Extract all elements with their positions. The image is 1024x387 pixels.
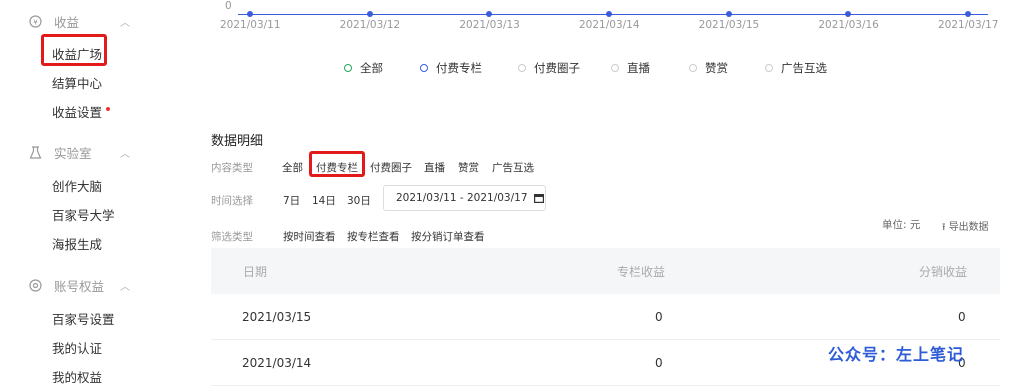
filter-by-time[interactable]: 按时间查看 <box>283 229 336 244</box>
sidebar-item-label: 收益设置 <box>52 105 103 120</box>
chevron-up-icon[interactable]: ︿ <box>120 14 130 29</box>
notification-dot <box>106 107 111 111</box>
sidebar-item-my-certification[interactable]: 我的认证 <box>52 338 102 357</box>
legend-item-all[interactable]: 全部 <box>344 60 383 76</box>
legend-label: 付费专栏 <box>436 61 482 75</box>
cell-column-earnings: 0 <box>655 310 663 324</box>
x-tick-label: 2021/03/15 <box>698 19 760 31</box>
chevron-up-icon[interactable]: ︿ <box>120 278 130 293</box>
cell-distribution-earnings: 0 <box>958 310 966 324</box>
sidebar-group-account-rights[interactable]: 账号权益 ︿ <box>28 276 130 295</box>
date-range-value: 2021/03/11 - 2021/03/17 <box>396 192 528 204</box>
legend-label: 广告互选 <box>781 61 827 75</box>
legend-label: 全部 <box>360 61 383 75</box>
content-type-ad-exchange[interactable]: 广告互选 <box>492 160 534 175</box>
legend-marker <box>765 64 773 72</box>
sidebar-group-label: 账号权益 <box>54 279 105 294</box>
x-tick-label: 2021/03/16 <box>818 19 879 31</box>
legend-label: 付费圈子 <box>534 61 580 75</box>
sidebar-item-baijiahao-settings[interactable]: 百家号设置 <box>52 309 115 328</box>
yen-circle-icon: ¥ <box>28 15 42 29</box>
cell-date: 2021/03/14 <box>242 356 312 370</box>
data-point <box>486 11 493 17</box>
legend-label: 赞赏 <box>705 61 728 75</box>
legend-marker <box>344 64 352 72</box>
flask-icon <box>28 146 42 160</box>
content-type-all[interactable]: 全部 <box>282 160 303 175</box>
legend-item-paid-column[interactable]: 付费专栏 <box>420 60 482 76</box>
sidebar-group-label: 实验室 <box>54 146 92 161</box>
sidebar-item-creative-brain[interactable]: 创作大脑 <box>52 176 102 195</box>
filter-type-label: 筛选类型 <box>211 231 253 243</box>
legend-marker <box>420 64 428 72</box>
x-tick-label: 2021/03/11 <box>220 19 281 31</box>
time-select-label: 时间选择 <box>211 195 253 207</box>
sidebar-item-earnings-settings[interactable]: 收益设置 <box>52 102 111 121</box>
content-type-paid-circle[interactable]: 付费圈子 <box>370 160 412 175</box>
time-option-14d[interactable]: 14日 <box>312 193 336 208</box>
data-point <box>845 11 852 17</box>
data-point <box>606 11 612 17</box>
x-tick-label: 2021/03/17 <box>938 19 999 31</box>
table-row: 2021/03/15 0 0 <box>211 294 1000 340</box>
chart-legend: 全部 付费专栏 付费圈子 直播 赞赏 广告互选 <box>0 60 1024 76</box>
legend-label: 直播 <box>627 61 650 75</box>
section-title: 数据明细 <box>211 134 264 149</box>
legend-item-paid-circle[interactable]: 付费圈子 <box>518 60 580 76</box>
export-button[interactable]: ⭱ 导出数据 <box>942 218 989 237</box>
calendar-icon[interactable] <box>533 193 544 203</box>
sidebar: ¥ 收益 ︿ 收益广场 结算中心 收益设置 实验室 ︿ 创作大脑 百家号大学 海… <box>0 0 190 387</box>
y-tick-label: 0 <box>225 0 232 12</box>
table-header: 日期 专栏收益 分销收益 <box>211 248 1000 294</box>
legend-marker <box>611 64 619 72</box>
sidebar-group-earnings[interactable]: ¥ 收益 ︿ <box>28 12 130 31</box>
time-option-30d[interactable]: 30日 <box>347 193 371 208</box>
sidebar-group-lab[interactable]: 实验室 ︿ <box>28 143 130 162</box>
svg-text:¥: ¥ <box>33 18 38 26</box>
filter-by-column[interactable]: 按专栏查看 <box>347 229 400 244</box>
sidebar-item-my-rights[interactable]: 我的权益 <box>52 367 102 386</box>
chevron-up-icon[interactable]: ︿ <box>120 145 130 160</box>
content-type-live[interactable]: 直播 <box>424 160 445 175</box>
legend-item-live[interactable]: 直播 <box>611 60 650 76</box>
highlight-box <box>309 151 365 177</box>
date-range-picker[interactable]: 2021/03/11 - 2021/03/17 <box>383 185 546 211</box>
column-header-date: 日期 <box>243 265 268 279</box>
series-line <box>238 14 988 15</box>
export-label: 导出数据 <box>948 222 989 233</box>
x-tick-label: 2021/03/13 <box>459 19 520 31</box>
unit-label: 单位: 元 <box>882 219 921 231</box>
watermark: 公众号：左上笔记 <box>828 345 965 364</box>
data-point <box>725 11 732 17</box>
cell-date: 2021/03/15 <box>242 310 312 324</box>
data-point <box>247 11 253 17</box>
legend-item-tips[interactable]: 赞赏 <box>689 60 728 76</box>
legend-item-ad-exchange[interactable]: 广告互选 <box>765 60 827 76</box>
sidebar-group-label: 收益 <box>54 15 80 30</box>
sidebar-item-poster-generator[interactable]: 海报生成 <box>52 234 102 253</box>
filter-by-distribution-order[interactable]: 按分销订单查看 <box>411 229 485 244</box>
x-tick-label: 2021/03/14 <box>579 19 640 31</box>
sidebar-item-baijiahao-university[interactable]: 百家号大学 <box>52 205 115 224</box>
cell-column-earnings: 0 <box>655 356 663 370</box>
column-header-distribution-earnings: 分销收益 <box>919 265 968 279</box>
content-type-label: 内容类型 <box>211 162 253 174</box>
data-point <box>366 11 373 17</box>
data-point <box>965 11 971 17</box>
x-tick-label: 2021/03/12 <box>339 19 401 31</box>
upload-icon: ⭱ <box>942 222 946 233</box>
time-option-7d[interactable]: 7日 <box>283 193 300 208</box>
column-header-column-earnings: 专栏收益 <box>617 265 666 279</box>
legend-marker <box>518 64 526 72</box>
gear-icon <box>28 279 42 293</box>
content-type-tips[interactable]: 赞赏 <box>458 160 479 175</box>
legend-marker <box>689 64 697 72</box>
